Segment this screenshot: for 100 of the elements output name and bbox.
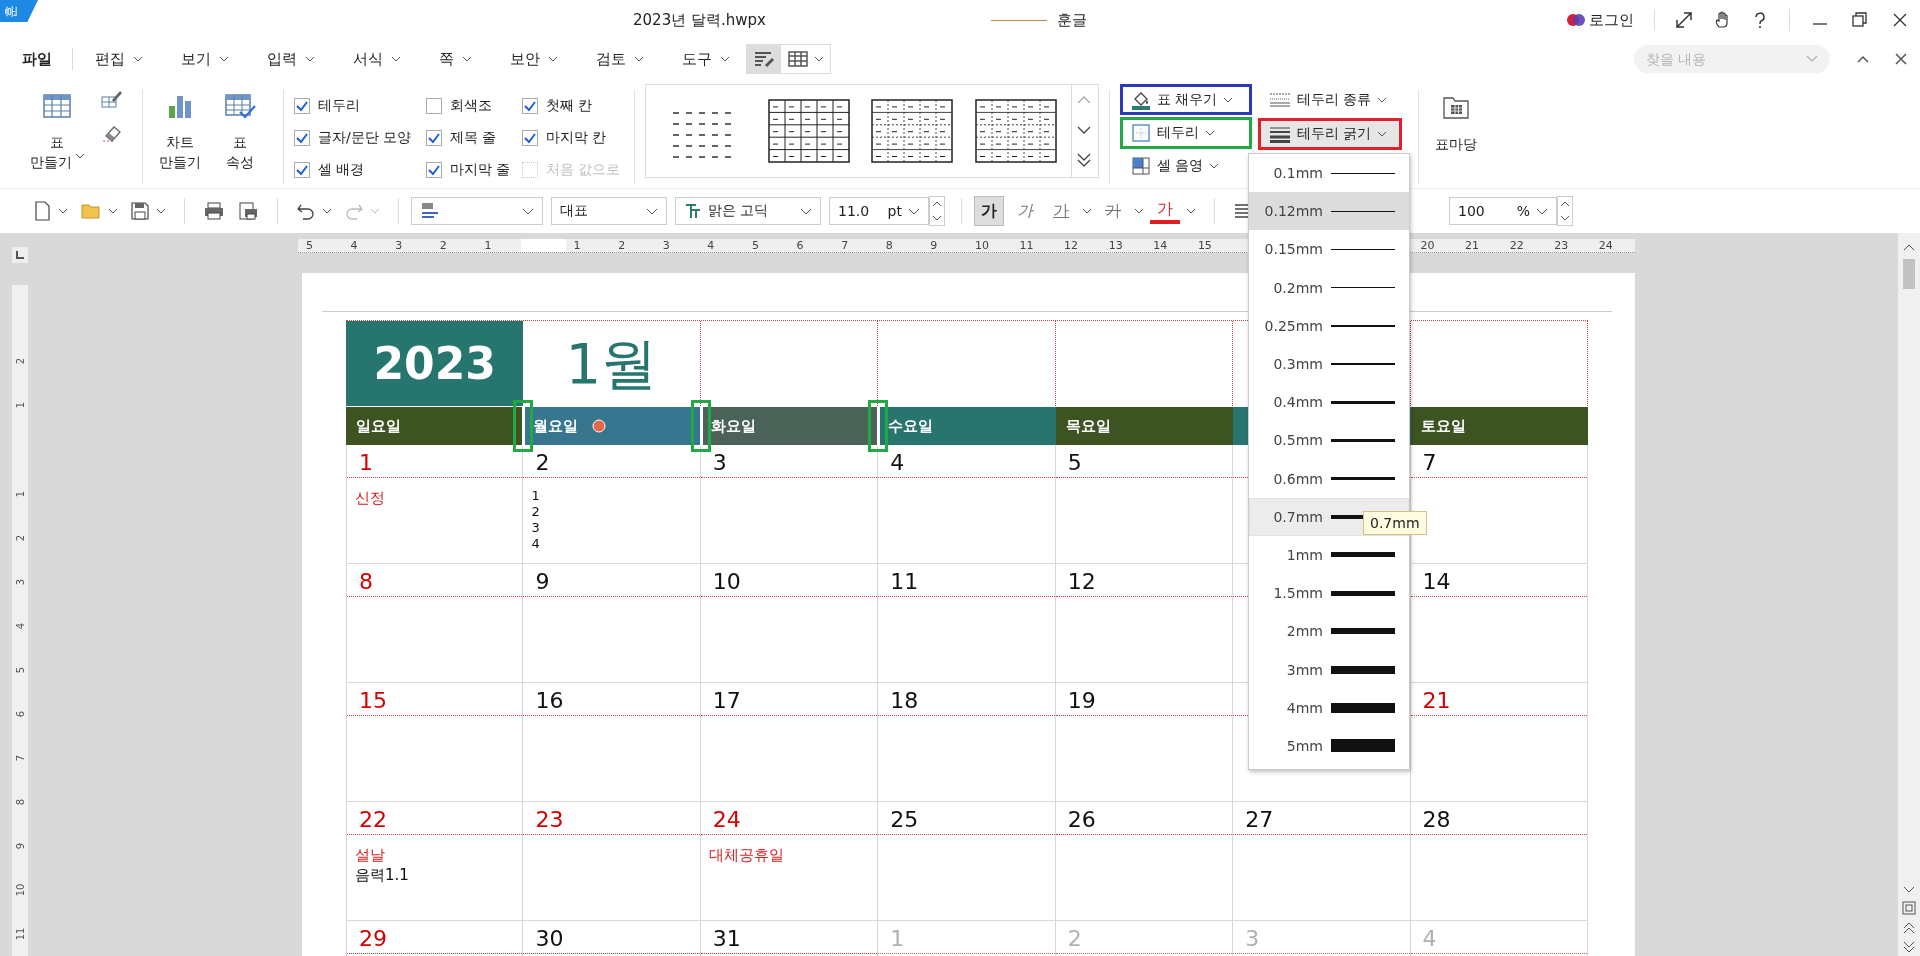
date-number: 5 xyxy=(1067,449,1082,477)
next-page-icon[interactable] xyxy=(1901,940,1917,952)
menu-item[interactable]: 파일 xyxy=(14,45,60,73)
option-checkbox[interactable]: 첫째 칸 xyxy=(522,90,624,122)
paragraph-style-dropdown[interactable]: 대표 xyxy=(551,197,667,225)
menu-item[interactable]: 서식 xyxy=(345,45,409,73)
border-weight-option[interactable]: 0.5mm xyxy=(1249,421,1409,460)
char-format-button[interactable]: 가 xyxy=(1010,196,1040,226)
menu-item[interactable]: 검토 xyxy=(588,45,652,73)
caret-icon[interactable] xyxy=(58,208,68,214)
menu-item[interactable]: 보안 xyxy=(502,45,566,73)
previous-page-icon[interactable] xyxy=(1901,920,1917,936)
app-name-line xyxy=(990,19,1047,21)
profile-logo-icon xyxy=(1567,13,1585,27)
menu-item[interactable]: 입력 xyxy=(259,45,323,73)
option-checkbox[interactable]: 글자/문단 모양 xyxy=(294,122,426,154)
menu-item[interactable]: 쪽 xyxy=(431,45,480,73)
border-weight-option[interactable]: 1.5mm xyxy=(1249,574,1409,613)
format-button[interactable]: 표 채우기 xyxy=(1120,84,1252,116)
checkmark-icon xyxy=(295,99,309,113)
border-button[interactable]: 테두리 굵기 xyxy=(1258,118,1402,150)
font-dropdown[interactable]: 맑은 고딕 xyxy=(675,197,821,225)
date-number: 29 xyxy=(359,925,387,953)
checkmark-icon xyxy=(427,131,441,145)
save-icon[interactable] xyxy=(130,201,150,221)
print-preview-icon[interactable] xyxy=(237,201,259,221)
option-checkbox[interactable]: 마지막 칸 xyxy=(522,122,624,154)
option-checkbox[interactable]: 회색조 xyxy=(426,90,522,122)
fullscreen-icon[interactable] xyxy=(1674,10,1694,30)
checkmark-icon xyxy=(523,131,537,145)
table-properties-button[interactable]: 표 속성 xyxy=(215,84,265,184)
char-format-button[interactable]: 가 xyxy=(1150,198,1180,224)
border-weight-option[interactable]: 0.25mm xyxy=(1249,306,1409,345)
table-gallery-button[interactable]: 표마당 xyxy=(1429,84,1483,184)
option-checkbox[interactable]: 마지막 줄 xyxy=(426,154,522,186)
border-weight-option[interactable]: 4mm xyxy=(1249,688,1409,727)
pencil-table-icon[interactable] xyxy=(100,88,122,110)
search-field[interactable]: 찾을 내용 xyxy=(1634,45,1830,73)
date-number: 27 xyxy=(1245,806,1274,834)
border-weight-option[interactable]: 0.1mm xyxy=(1249,154,1409,193)
restore-icon[interactable] xyxy=(1850,10,1870,30)
border-button[interactable]: 테두리 종류 xyxy=(1258,84,1402,116)
font-size-field[interactable]: 11.0 pt xyxy=(829,197,929,225)
login-button[interactable]: 로그인 xyxy=(1567,10,1634,30)
char-format-button[interactable]: 가 xyxy=(1046,196,1076,226)
border-weight-option[interactable]: 0.3mm xyxy=(1249,344,1409,384)
day-note: 음력1.1 xyxy=(355,865,410,885)
date-number: 14 xyxy=(1422,568,1451,596)
date-number: 30 xyxy=(535,925,564,953)
date-number: 22 xyxy=(359,806,387,834)
border-weight-option[interactable]: 5mm xyxy=(1249,726,1409,765)
caret-icon[interactable] xyxy=(322,208,332,214)
date-number: 21 xyxy=(1422,687,1451,715)
spinner-icon[interactable] xyxy=(929,196,945,226)
ruler-corner-icon[interactable] xyxy=(12,247,28,263)
border-weight-option[interactable]: 0.2mm xyxy=(1249,268,1409,307)
border-weight-option[interactable]: 0.12mm xyxy=(1249,192,1409,231)
caret-icon[interactable] xyxy=(108,208,118,214)
new-document-icon[interactable] xyxy=(32,200,52,222)
vertical-scrollbar[interactable] xyxy=(1898,233,1920,956)
year-cell: 2023 xyxy=(346,321,524,406)
option-checkbox[interactable]: 셀 배경 xyxy=(294,154,426,186)
menu-item[interactable]: 편집 xyxy=(87,45,151,73)
border-weight-option[interactable]: 2mm xyxy=(1249,612,1409,651)
caret-icon[interactable] xyxy=(1134,208,1144,214)
option-checkbox[interactable]: 제목 줄 xyxy=(426,122,522,154)
app-badge[interactable]: 훈 xyxy=(0,0,38,22)
checkmark-icon xyxy=(523,99,537,113)
char-format-button[interactable]: 가 xyxy=(974,196,1004,226)
option-checkbox[interactable]: 테두리 xyxy=(294,90,426,122)
print-icon[interactable] xyxy=(203,201,225,221)
date-number: 4 xyxy=(890,449,905,477)
format-button[interactable]: 테두리 xyxy=(1120,117,1252,149)
date-number: 1 xyxy=(890,925,905,953)
caret-icon[interactable] xyxy=(1186,208,1196,214)
checkmark-icon xyxy=(295,131,309,145)
page-icon[interactable] xyxy=(1901,900,1917,916)
border-weight-option[interactable]: 0.6mm xyxy=(1249,459,1409,498)
border-weight-option[interactable]: 3mm xyxy=(1249,650,1409,689)
menu-item[interactable]: 보기 xyxy=(173,45,237,73)
create-table-button[interactable]: 표 만들기 xyxy=(14,84,100,184)
create-chart-button[interactable]: 차트 만들기 xyxy=(153,84,207,184)
table-check-icon xyxy=(224,92,256,120)
caret-icon[interactable] xyxy=(156,208,166,214)
scrollbar-thumb[interactable] xyxy=(1903,259,1915,289)
border-weight-option[interactable]: 1mm xyxy=(1249,535,1409,575)
date-number: 3 xyxy=(712,449,727,477)
vertical-ruler: 2 1 1 2 3 4 5 6 7 8 9 10 11 xyxy=(12,285,28,956)
caret-icon xyxy=(522,207,534,215)
zoom-field[interactable]: 100 % xyxy=(1449,197,1557,225)
char-format-button[interactable]: 가 xyxy=(1098,196,1128,226)
menu-item[interactable]: 도구 xyxy=(674,45,738,73)
spinner-icon[interactable] xyxy=(1557,196,1573,226)
caret-icon xyxy=(74,153,85,159)
style-dropdown[interactable] xyxy=(411,197,543,225)
caret-icon[interactable] xyxy=(1082,208,1092,214)
date-number: 12 xyxy=(1067,568,1096,596)
caret-icon xyxy=(1377,131,1388,137)
view-toggle[interactable] xyxy=(747,45,781,73)
border-weight-option[interactable]: 0.4mm xyxy=(1249,383,1409,422)
